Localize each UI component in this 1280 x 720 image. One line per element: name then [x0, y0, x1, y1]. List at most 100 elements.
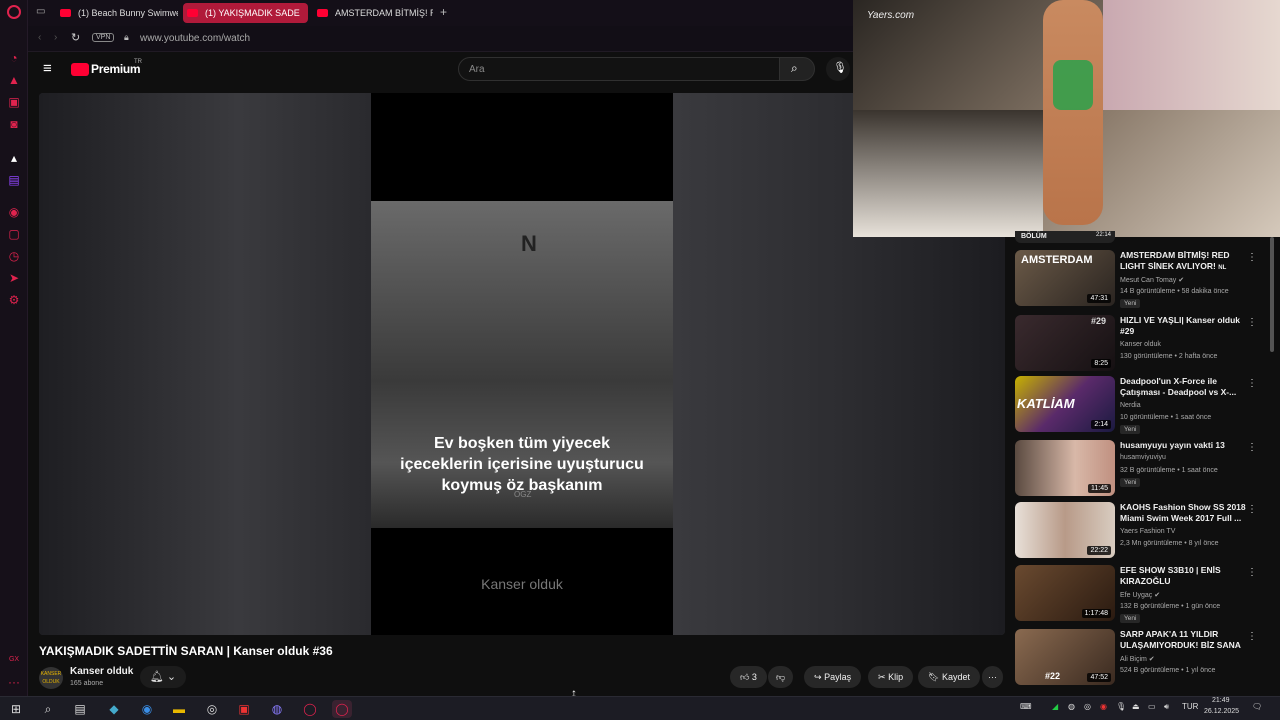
messenger-icon[interactable]: ▣ — [6, 94, 22, 110]
search-input[interactable]: Ara — [458, 57, 780, 81]
recommendation-item[interactable]: 1:17:48 EFE SHOW S3B10 | ENİS KIRAZOĞLU … — [1015, 565, 1270, 623]
channel-name[interactable]: Nerdia — [1120, 402, 1141, 409]
notifications-icon[interactable]: 🗨 — [1252, 702, 1262, 711]
nvidia-icon[interactable]: ◢ — [1052, 702, 1058, 711]
video-thumbnail[interactable]: #29 8:25 — [1015, 315, 1115, 371]
crypto-wallet-icon[interactable]: ▲ — [6, 72, 22, 88]
youtube-premium-logo[interactable]: Premium — [91, 62, 141, 76]
discord-tray-icon[interactable]: ◍ — [1068, 702, 1075, 711]
hamburger-menu-icon[interactable]: ≡ — [43, 60, 52, 77]
recommendation-item[interactable]: 11:45 husamyuyu yayın vakti 13 husamviyu… — [1015, 440, 1270, 498]
clip-button[interactable]: ✂ Klip — [868, 666, 914, 688]
gx-label-icon[interactable]: GX — [6, 652, 22, 668]
more-actions-icon[interactable]: ⋮ — [1247, 567, 1257, 578]
video-thumbnail[interactable]: #22 47:52 — [1015, 629, 1115, 685]
video-title[interactable]: Deadpool'un X-Force ile Çatışması - Dead… — [1120, 376, 1248, 398]
popout-video[interactable]: Yaers.com — [853, 0, 1280, 237]
save-button[interactable]: 🔖︎ Kaydet — [918, 666, 980, 688]
keyboard-icon[interactable]: ⌨ — [1020, 702, 1032, 711]
steam-tray-icon[interactable]: ◎ — [1084, 702, 1091, 711]
channel-name[interactable]: Efe Uygaç ✔︎ — [1120, 591, 1160, 599]
tray-app-icon[interactable]: ◉ — [1100, 702, 1107, 711]
video-thumbnail[interactable]: AMSTERDAM 47:31 — [1015, 250, 1115, 306]
search-icon[interactable]: ⌕ — [38, 700, 58, 718]
new-tab-icon[interactable]: + — [440, 5, 447, 19]
video-thumbnail[interactable]: 1:17:48 — [1015, 565, 1115, 621]
clock-date[interactable]: 26.12.2025 — [1204, 708, 1239, 715]
windows-start-icon[interactable]: ⊞ — [6, 700, 26, 718]
more-icon[interactable]: ··· — [6, 674, 22, 690]
recommendation-item[interactable]: AMSTERDAM 47:31 AMSTERDAM BİTMİŞ! RED LI… — [1015, 250, 1270, 308]
language-indicator[interactable]: TUR — [1182, 702, 1198, 711]
channel-name[interactable]: Kanser olduk — [1120, 341, 1161, 348]
usb-icon[interactable]: ⏏ — [1132, 702, 1140, 711]
forward-icon[interactable]: › — [54, 32, 57, 43]
edge-icon[interactable]: ◉ — [137, 700, 157, 718]
dislike-button[interactable]: 👎︎ — [768, 666, 794, 688]
channel-name-main[interactable]: Kanser olduk — [70, 666, 133, 677]
video-title[interactable]: SARP APAK'A 11 YILDIR ULAŞAMIYORDUK! BİZ… — [1120, 629, 1248, 653]
voice-search-button[interactable]: 🎙︎ — [826, 57, 850, 81]
channel-name[interactable]: Ali Biçim ✔︎ — [1120, 655, 1155, 663]
video-title[interactable]: AMSTERDAM BİTMİŞ! RED LIGHT SİNEK AVLIYO… — [1120, 250, 1248, 274]
tab-yakismadik[interactable]: (1) YAKIŞMADIK SADE — [183, 3, 308, 23]
history-icon[interactable]: ◷ — [6, 248, 22, 264]
instagram-icon[interactable]: ◙ — [6, 116, 22, 132]
channel-name[interactable]: husamviyuviyu — [1120, 454, 1166, 461]
url-text[interactable]: www.youtube.com/watch — [140, 33, 250, 44]
tab-beach-bunny[interactable]: (1) Beach Bunny Swimwe — [56, 3, 178, 23]
more-actions-icon[interactable]: ⋮ — [1247, 442, 1257, 453]
recommendation-item[interactable]: KATLİAM 2:14 Deadpool'un X-Force ile Çat… — [1015, 376, 1270, 434]
notification-bell-button[interactable]: 🔔︎ ⌄ — [140, 666, 186, 688]
video-title[interactable]: HIZLI VE YAŞLI| Kanser olduk #29 — [1120, 315, 1248, 337]
video-editor-icon[interactable]: ▣ — [234, 700, 254, 718]
more-actions-icon[interactable]: ⋮ — [1247, 252, 1257, 263]
recommendation-item[interactable]: 22:22 KAOHS Fashion Show SS 2018 Miami S… — [1015, 502, 1270, 560]
discord-icon[interactable]: ◍ — [267, 700, 287, 718]
network-icon[interactable]: ▭ — [1148, 702, 1156, 711]
channel-name[interactable]: Yaers Fashion TV — [1120, 528, 1175, 535]
channel-name[interactable]: Mesut Can Tomay ✔︎ — [1120, 276, 1184, 284]
video-title[interactable]: EFE SHOW S3B10 | ENİS KIRAZOĞLU — [1120, 565, 1248, 587]
vpn-badge[interactable]: VPN — [92, 33, 115, 42]
opera-logo-icon[interactable] — [7, 5, 21, 19]
video-title[interactable]: husamyuyu yayın vakti 13 — [1120, 440, 1248, 451]
player-icon[interactable]: ◉ — [6, 204, 22, 220]
volume-icon[interactable]: 🔊︎ — [1164, 702, 1169, 712]
send-icon[interactable]: ➤ — [6, 270, 22, 286]
clock-time[interactable]: 21:49 — [1212, 697, 1230, 704]
back-icon[interactable]: ‹ — [38, 32, 41, 43]
more-actions-button[interactable]: ··· — [982, 666, 1003, 688]
video-thumbnail[interactable]: KATLİAM 2:14 — [1015, 376, 1115, 432]
video-title[interactable]: KAOHS Fashion Show SS 2018 Miami Swim We… — [1120, 502, 1248, 524]
twitch-icon[interactable]: ▤ — [6, 172, 22, 188]
tab-amsterdam[interactable]: AMSTERDAM BİTMİŞ! RE — [313, 3, 433, 23]
recommendation-item[interactable]: #22 47:52 SARP APAK'A 11 YILDIR ULAŞAMIY… — [1015, 629, 1270, 687]
more-actions-icon[interactable]: ⋮ — [1247, 631, 1257, 642]
video-thumbnail[interactable]: 22:22 — [1015, 502, 1115, 558]
recommendation-item[interactable]: #29 8:25 HIZLI VE YAŞLI| Kanser olduk #2… — [1015, 315, 1270, 373]
copilot-icon[interactable]: ◆ — [104, 700, 124, 718]
tab-menu-icon[interactable]: ▭ — [36, 6, 45, 17]
aria-icon[interactable]: ◔ — [6, 50, 22, 66]
more-actions-icon[interactable]: ⋮ — [1247, 378, 1257, 389]
channel-avatar[interactable]: KANSER OLDUK — [39, 667, 63, 689]
search-button[interactable]: ⌕ — [779, 57, 815, 81]
twitch-alt-icon[interactable]: ▴ — [6, 150, 22, 166]
recommendations-scrollbar[interactable] — [1270, 237, 1274, 352]
opera-gx-icon[interactable]: ◯ — [332, 700, 352, 718]
opera-icon[interactable]: ◯ — [300, 700, 320, 718]
share-button[interactable]: ↪ Paylaş — [804, 666, 862, 688]
more-actions-icon[interactable]: ⋮ — [1247, 504, 1257, 515]
youtube-logo-icon[interactable] — [71, 63, 89, 76]
more-actions-icon[interactable]: ⋮ — [1247, 317, 1257, 328]
settings-icon[interactable]: ⚙ — [6, 292, 22, 308]
partial-item[interactable]: BÖLÜM 22:14 — [1015, 231, 1115, 243]
video-thumbnail[interactable]: 11:45 — [1015, 440, 1115, 496]
microphone-tray-icon[interactable]: 🎙︎ — [1116, 702, 1126, 711]
file-explorer-icon[interactable]: ▬ — [169, 700, 189, 718]
like-button[interactable]: 👍︎ 3 — [730, 666, 767, 688]
steam-icon[interactable]: ◎ — [202, 700, 222, 718]
bookmark-icon[interactable]: ▢ — [6, 226, 22, 242]
reload-icon[interactable]: ↻ — [71, 31, 80, 44]
